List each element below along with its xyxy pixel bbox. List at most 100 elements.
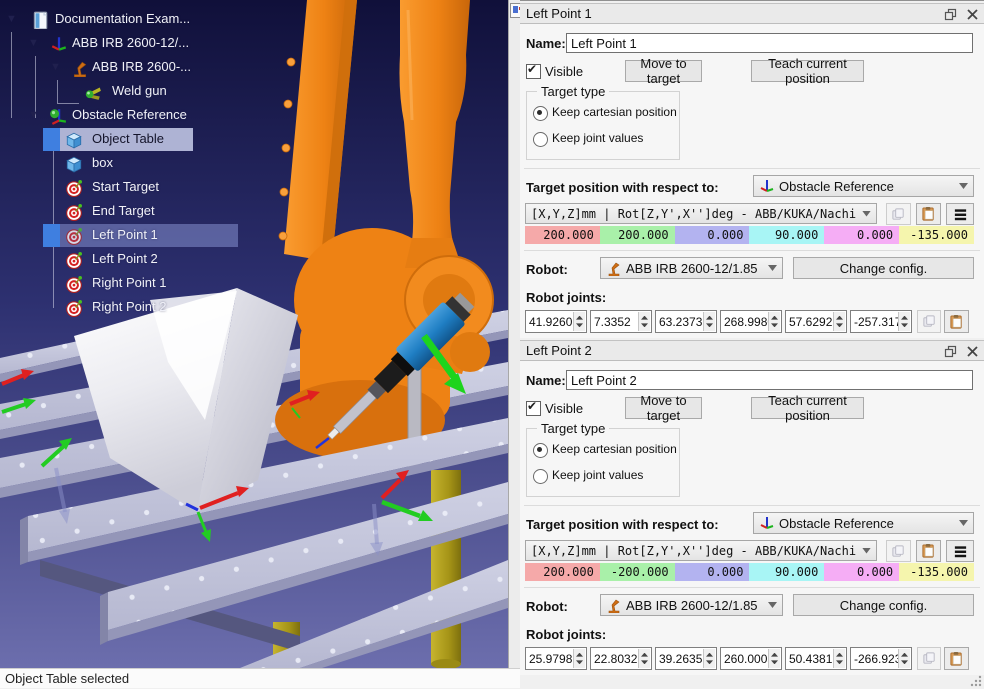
separator bbox=[524, 587, 980, 588]
close-panel-icon[interactable] bbox=[966, 8, 979, 21]
pose-menu-button[interactable] bbox=[946, 540, 974, 562]
paste-joints-button[interactable] bbox=[944, 647, 969, 670]
pose-y-value[interactable]: -200.000 bbox=[600, 563, 675, 581]
pose-ry-value[interactable]: 0.000 bbox=[824, 563, 899, 581]
pose-format-combobox[interactable]: [X,Y,Z]mm | Rot[Z,Y',X'']deg - ABB/KUKA/… bbox=[525, 203, 877, 224]
tree-item-obstacle-reference[interactable]: ▼ Obstacle Reference bbox=[0, 104, 300, 128]
change-config-button[interactable]: Change config. bbox=[793, 257, 974, 279]
visible-checkbox[interactable] bbox=[526, 401, 541, 416]
pose-rz-value[interactable]: 90.000 bbox=[749, 226, 824, 244]
tree-item-end-target[interactable]: End Target bbox=[0, 200, 300, 224]
pose-rz-value[interactable]: 90.000 bbox=[749, 563, 824, 581]
joint-2-spinbox[interactable]: 7.3352 bbox=[590, 310, 652, 333]
copy-icon bbox=[922, 314, 937, 329]
move-to-target-button[interactable]: Move to target bbox=[625, 397, 702, 419]
paste-icon bbox=[949, 314, 964, 330]
tree-item-start-target[interactable]: Start Target bbox=[0, 176, 300, 200]
pose-rx-value[interactable]: -135.000 bbox=[899, 563, 974, 581]
tree-item-right-point-2[interactable]: Right Point 2 bbox=[0, 296, 300, 320]
joint-4-spinbox[interactable]: 268.9980 bbox=[720, 310, 782, 333]
panel-left-point-1: Left Point 1 Name: Visible Move to targe… bbox=[520, 3, 984, 338]
copy-icon bbox=[891, 544, 906, 559]
float-panel-icon[interactable] bbox=[944, 8, 957, 21]
robot-icon bbox=[606, 260, 622, 276]
pose-x-value[interactable]: 200.000 bbox=[525, 226, 600, 244]
tree-item-right-point-1[interactable]: Right Point 1 bbox=[0, 272, 300, 296]
tree-item-left-point-1[interactable]: Left Point 1 bbox=[0, 224, 300, 248]
target-position-label: Target position with respect to: bbox=[526, 180, 719, 195]
robot-combobox[interactable]: ABB IRB 2600-12/1.85 bbox=[600, 594, 783, 616]
move-to-target-button[interactable]: Move to target bbox=[625, 60, 702, 82]
pose-z-value[interactable]: 0.000 bbox=[675, 563, 750, 581]
frame-icon bbox=[759, 178, 775, 194]
copy-pose-button[interactable] bbox=[886, 203, 911, 225]
frame-icon bbox=[50, 35, 68, 53]
pose-ry-value[interactable]: 0.000 bbox=[824, 226, 899, 244]
tree-item-left-point-2[interactable]: Left Point 2 bbox=[0, 248, 300, 272]
float-panel-icon[interactable] bbox=[944, 345, 957, 358]
teach-current-position-button[interactable]: Teach current position bbox=[751, 60, 864, 82]
tree-item-object-table[interactable]: Object Table bbox=[0, 128, 300, 152]
keep-cartesian-label: Keep cartesian position bbox=[552, 442, 677, 456]
name-input[interactable] bbox=[566, 370, 973, 390]
joint-4-spinbox[interactable]: 260.0005 bbox=[720, 647, 782, 670]
expander-icon[interactable]: ▼ bbox=[6, 13, 17, 26]
robot-value: ABB IRB 2600-12/1.85 bbox=[626, 598, 758, 613]
tree-item-weld-gun[interactable]: Weld gun bbox=[0, 80, 300, 104]
target-type-group: Target type Keep cartesian position Keep… bbox=[526, 91, 680, 160]
joint-1-spinbox[interactable]: 25.9798 bbox=[525, 647, 587, 670]
keep-joint-values-radio[interactable] bbox=[533, 132, 548, 147]
expander-icon[interactable]: ▼ bbox=[50, 61, 61, 74]
joint-3-spinbox[interactable]: 63.2373 bbox=[655, 310, 717, 333]
pose-z-value[interactable]: 0.000 bbox=[675, 226, 750, 244]
3d-viewport[interactable]: ▼ Documentation Exam... ▼ ABB IRB 2600-1… bbox=[0, 0, 508, 668]
status-bar: Object Table selected bbox=[0, 668, 520, 688]
paste-joints-button[interactable] bbox=[944, 310, 969, 333]
copy-joints-button[interactable] bbox=[917, 647, 941, 670]
tree-item-station[interactable]: ▼ Documentation Exam... bbox=[0, 8, 300, 32]
joint-2-spinbox[interactable]: 22.8032 bbox=[590, 647, 652, 670]
target-type-legend: Target type bbox=[537, 421, 609, 436]
pose-y-value[interactable]: 200.000 bbox=[600, 226, 675, 244]
close-panel-icon[interactable] bbox=[966, 345, 979, 358]
robot-combobox[interactable]: ABB IRB 2600-12/1.85 bbox=[600, 257, 783, 279]
joint-5-spinbox[interactable]: 50.4381 bbox=[785, 647, 847, 670]
joint-5-spinbox[interactable]: 57.6292 bbox=[785, 310, 847, 333]
teach-current-position-button[interactable]: Teach current position bbox=[751, 397, 864, 419]
pose-format-combobox[interactable]: [X,Y,Z]mm | Rot[Z,Y',X'']deg - ABB/KUKA/… bbox=[525, 540, 877, 561]
joint-3-spinbox[interactable]: 39.2635 bbox=[655, 647, 717, 670]
visible-label: Visible bbox=[545, 401, 583, 416]
paste-pose-button[interactable] bbox=[916, 540, 941, 562]
resize-grip[interactable] bbox=[970, 675, 982, 687]
tree-item-box[interactable]: box bbox=[0, 152, 300, 176]
joint-6-spinbox[interactable]: -257.317 bbox=[850, 310, 912, 333]
pose-rx-value[interactable]: -135.000 bbox=[899, 226, 974, 244]
copy-joints-button[interactable] bbox=[917, 310, 941, 333]
change-config-button[interactable]: Change config. bbox=[793, 594, 974, 616]
keep-cartesian-radio[interactable] bbox=[533, 106, 548, 121]
robot-joints-label: Robot joints: bbox=[526, 290, 606, 305]
tree-item-robot[interactable]: ▼ ABB IRB 2600-... bbox=[0, 56, 300, 80]
joint-1-spinbox[interactable]: 41.9260 bbox=[525, 310, 587, 333]
expander-icon[interactable]: ▼ bbox=[28, 109, 39, 122]
pose-menu-button[interactable] bbox=[946, 203, 974, 225]
panel-titlebar[interactable]: Left Point 2 bbox=[520, 340, 984, 361]
copy-pose-button[interactable] bbox=[886, 540, 911, 562]
reference-frame-combobox[interactable]: Obstacle Reference bbox=[753, 175, 974, 197]
paste-pose-button[interactable] bbox=[916, 203, 941, 225]
robot-icon bbox=[71, 59, 89, 77]
panel-titlebar[interactable]: Left Point 1 bbox=[520, 3, 984, 24]
visible-checkbox[interactable] bbox=[526, 64, 541, 79]
target-icon bbox=[65, 251, 83, 269]
pose-x-value[interactable]: 200.000 bbox=[525, 563, 600, 581]
name-input[interactable] bbox=[566, 33, 973, 53]
reference-frame-combobox[interactable]: Obstacle Reference bbox=[753, 512, 974, 534]
pose-values-row: 200.000 -200.000 0.000 90.000 0.000 -135… bbox=[525, 563, 974, 581]
keep-joint-values-radio[interactable] bbox=[533, 469, 548, 484]
expander-icon[interactable]: ▼ bbox=[28, 37, 39, 50]
keep-cartesian-radio[interactable] bbox=[533, 443, 548, 458]
joint-6-spinbox[interactable]: -266.923 bbox=[850, 647, 912, 670]
target-icon bbox=[65, 203, 83, 221]
reference-frame-value: Obstacle Reference bbox=[779, 516, 894, 531]
tree-item-robot-frame[interactable]: ▼ ABB IRB 2600-12/... bbox=[0, 32, 300, 56]
